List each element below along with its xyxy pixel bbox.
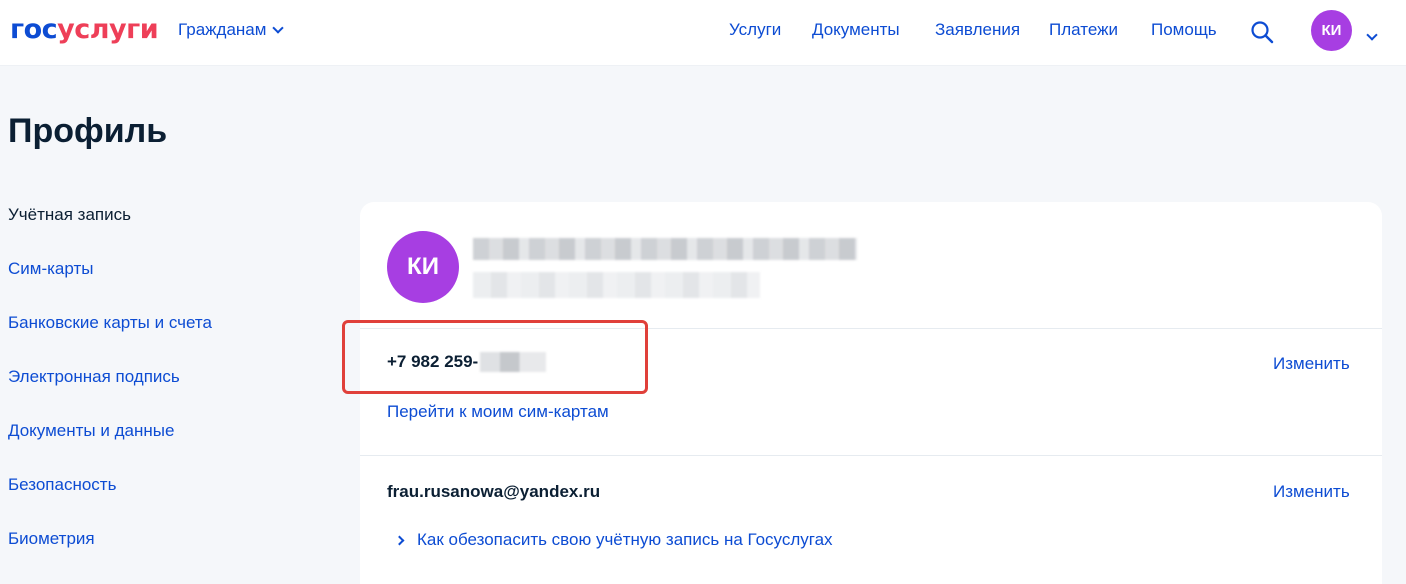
blurred-full-name — [473, 238, 857, 260]
gosuslugi-logo[interactable]: госуслуги — [10, 14, 159, 46]
profile-card: КИ +7 982 259- Изменить Перейти к моим с… — [342, 202, 1382, 584]
nav-help[interactable]: Помощь — [1151, 20, 1217, 40]
account-menu-chevron[interactable] — [1366, 26, 1378, 44]
account-security-link[interactable]: Как обезопасить свою учётную запись на Г… — [394, 530, 833, 550]
chevron-down-icon — [272, 21, 285, 34]
page-title: Профиль — [8, 112, 168, 150]
edit-phone-button[interactable]: Изменить — [1273, 354, 1350, 374]
top-header: госуслуги Гражданам Услуги Документы Зая… — [0, 0, 1406, 66]
profile-avatar: КИ — [387, 231, 459, 303]
nav-payments[interactable]: Платежи — [1049, 20, 1118, 40]
search-icon[interactable] — [1250, 20, 1274, 44]
edit-email-button[interactable]: Изменить — [1273, 482, 1350, 502]
account-security-link-label: Как обезопасить свою учётную запись на Г… — [417, 530, 833, 549]
sidebar-item-e-signature[interactable]: Электронная подпись — [8, 367, 180, 387]
sidebar-item-sim-cards[interactable]: Сим-карты — [8, 259, 93, 279]
nav-services[interactable]: Услуги — [729, 20, 781, 40]
role-selector[interactable]: Гражданам — [178, 20, 285, 40]
blurred-subtitle — [473, 272, 760, 298]
user-avatar[interactable]: КИ — [1311, 10, 1352, 51]
role-label: Гражданам — [178, 20, 267, 39]
phone-highlight-box — [342, 320, 648, 394]
sim-cards-link[interactable]: Перейти к моим сим-картам — [387, 402, 609, 422]
sidebar-item-bank-cards[interactable]: Банковские карты и счета — [8, 313, 212, 333]
divider — [360, 455, 1382, 456]
nav-applications[interactable]: Заявления — [935, 20, 1020, 40]
sidebar-item-biometrics[interactable]: Биометрия — [8, 529, 95, 549]
logo-text-uslugi: услуги — [57, 14, 159, 45]
logo-text-gos: гос — [10, 14, 58, 45]
email-address: frau.rusanowa@yandex.ru — [387, 482, 601, 501]
chevron-down-icon — [1366, 29, 1378, 41]
sidebar-item-account[interactable]: Учётная запись — [8, 205, 131, 225]
sidebar-item-documents[interactable]: Документы и данные — [8, 421, 174, 441]
chevron-right-icon — [394, 535, 405, 545]
sidebar-item-security[interactable]: Безопасность — [8, 475, 116, 495]
nav-documents[interactable]: Документы — [812, 20, 900, 40]
